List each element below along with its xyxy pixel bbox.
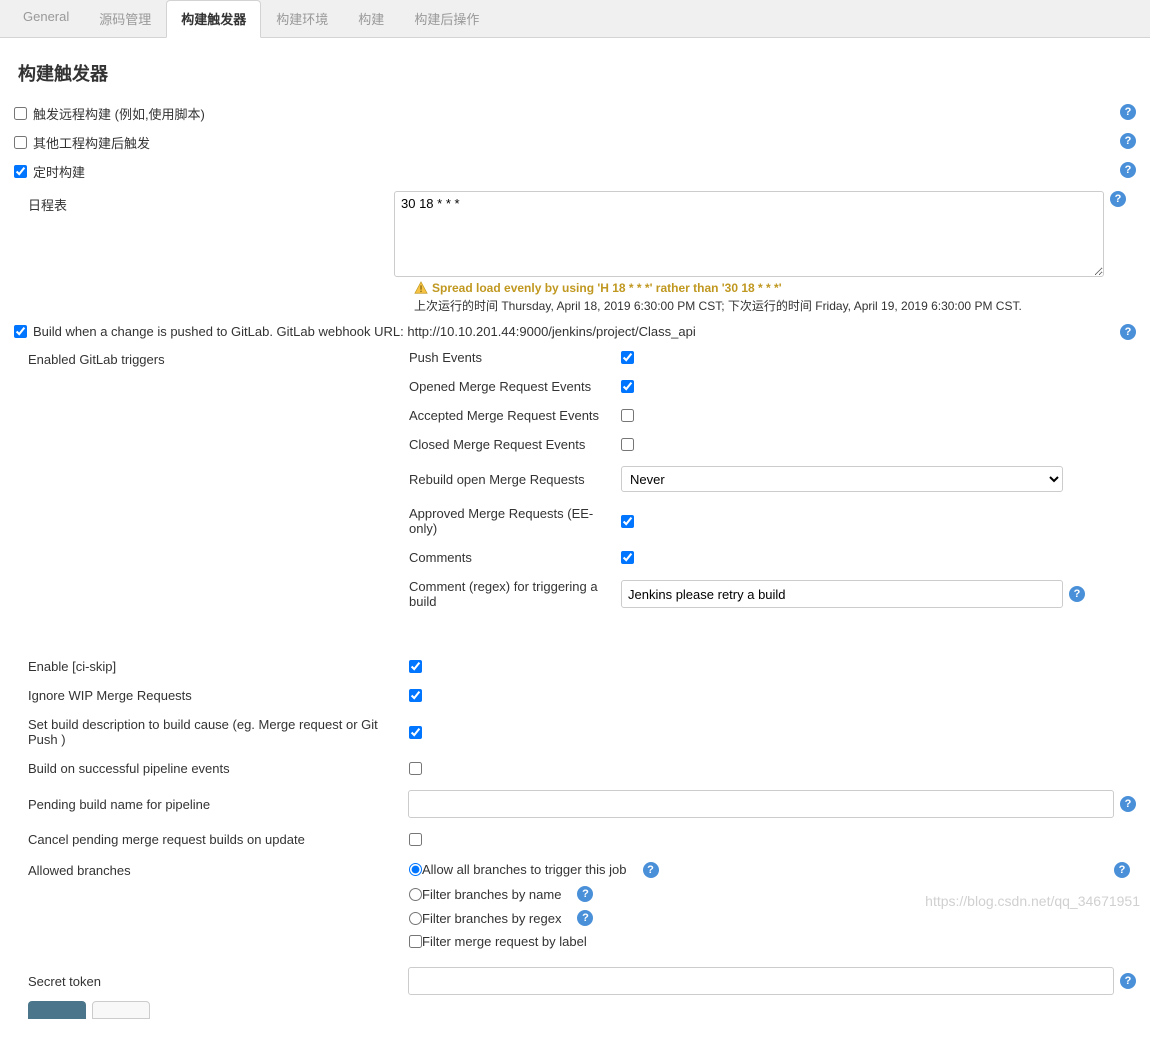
opened-mr-label: Opened Merge Request Events: [409, 379, 621, 394]
bottom-buttons: [14, 1001, 1136, 1019]
ignore-wip-checkbox[interactable]: [409, 689, 422, 702]
opened-mr-checkbox[interactable]: [621, 380, 634, 393]
warning-icon: [414, 281, 428, 295]
help-icon[interactable]: ?: [1120, 162, 1136, 178]
filter-label-checkbox[interactable]: [409, 935, 422, 948]
save-button[interactable]: [28, 1001, 86, 1019]
push-events-label: Push Events: [409, 350, 621, 365]
closed-mr-label: Closed Merge Request Events: [409, 437, 621, 452]
comment-regex-label: Comment (regex) for triggering a build: [409, 579, 621, 609]
tab-postbuild[interactable]: 构建后操作: [399, 0, 494, 37]
allow-all-radio[interactable]: [409, 863, 422, 876]
trigger-after-other-label: 其他工程构建后触发: [33, 133, 150, 152]
enabled-triggers-label: Enabled GitLab triggers: [14, 350, 409, 623]
set-desc-label: Set build description to build cause (eg…: [14, 717, 409, 747]
tab-general[interactable]: General: [8, 0, 84, 37]
pending-name-label: Pending build name for pipeline: [14, 797, 408, 812]
secret-token-input[interactable]: [408, 967, 1114, 995]
cancel-pending-label: Cancel pending merge request builds on u…: [14, 832, 409, 847]
rebuild-open-mr-select[interactable]: Never: [621, 466, 1063, 492]
help-icon[interactable]: ?: [1120, 973, 1136, 989]
secret-token-label: Secret token: [14, 974, 408, 989]
schedule-run-info: 上次运行的时间 Thursday, April 18, 2019 6:30:00…: [414, 297, 1136, 314]
help-icon[interactable]: ?: [643, 862, 659, 878]
gitlab-push-label: Build when a change is pushed to GitLab.…: [33, 324, 696, 339]
help-icon[interactable]: ?: [1069, 586, 1085, 602]
tab-scm[interactable]: 源码管理: [84, 0, 166, 37]
set-desc-checkbox[interactable]: [409, 726, 422, 739]
config-tabs: General 源码管理 构建触发器 构建环境 构建 构建后操作: [0, 0, 1150, 38]
help-icon[interactable]: ?: [1120, 133, 1136, 149]
filter-name-radio[interactable]: [409, 888, 422, 901]
comments-checkbox[interactable]: [621, 551, 634, 564]
tab-triggers[interactable]: 构建触发器: [166, 0, 261, 38]
ignore-wip-label: Ignore WIP Merge Requests: [14, 688, 409, 703]
filter-label-label: Filter merge request by label: [422, 934, 587, 949]
comment-regex-input[interactable]: [621, 580, 1063, 608]
push-events-checkbox[interactable]: [621, 351, 634, 364]
allowed-branches-label: Allowed branches: [14, 861, 409, 957]
help-icon[interactable]: ?: [1110, 191, 1126, 207]
trigger-remote-checkbox[interactable]: [14, 107, 27, 120]
build-on-pipeline-checkbox[interactable]: [409, 762, 422, 775]
accepted-mr-checkbox[interactable]: [621, 409, 634, 422]
help-icon[interactable]: ?: [577, 886, 593, 902]
approved-mr-label: Approved Merge Requests (EE-only): [409, 506, 621, 536]
trigger-after-other-checkbox[interactable]: [14, 136, 27, 149]
schedule-warning: Spread load evenly by using 'H 18 * * *'…: [432, 281, 782, 295]
cancel-pending-checkbox[interactable]: [409, 833, 422, 846]
pending-name-input[interactable]: [408, 790, 1114, 818]
filter-regex-label: Filter branches by regex: [422, 911, 561, 926]
section-title: 构建触发器: [18, 60, 1136, 86]
build-on-pipeline-label: Build on successful pipeline events: [14, 761, 409, 776]
accepted-mr-label: Accepted Merge Request Events: [409, 408, 621, 423]
schedule-label: 日程表: [14, 191, 394, 214]
help-icon[interactable]: ?: [577, 910, 593, 926]
trigger-timer-checkbox[interactable]: [14, 165, 27, 178]
help-icon[interactable]: ?: [1120, 796, 1136, 812]
tab-environment[interactable]: 构建环境: [261, 0, 343, 37]
help-icon[interactable]: ?: [1114, 862, 1130, 878]
filter-name-label: Filter branches by name: [422, 887, 561, 902]
rebuild-open-mr-label: Rebuild open Merge Requests: [409, 472, 621, 487]
gitlab-push-checkbox[interactable]: [14, 325, 27, 338]
comments-label: Comments: [409, 550, 621, 565]
apply-button[interactable]: [92, 1001, 150, 1019]
closed-mr-checkbox[interactable]: [621, 438, 634, 451]
schedule-textarea[interactable]: [394, 191, 1104, 277]
help-icon[interactable]: ?: [1120, 104, 1136, 120]
help-icon[interactable]: ?: [1120, 324, 1136, 340]
ci-skip-label: Enable [ci-skip]: [14, 659, 409, 674]
approved-mr-checkbox[interactable]: [621, 515, 634, 528]
tab-build[interactable]: 构建: [343, 0, 399, 37]
trigger-remote-label: 触发远程构建 (例如,使用脚本): [33, 104, 205, 123]
trigger-timer-label: 定时构建: [33, 162, 85, 181]
allow-all-label: Allow all branches to trigger this job: [422, 862, 627, 877]
filter-regex-radio[interactable]: [409, 912, 422, 925]
ci-skip-checkbox[interactable]: [409, 660, 422, 673]
